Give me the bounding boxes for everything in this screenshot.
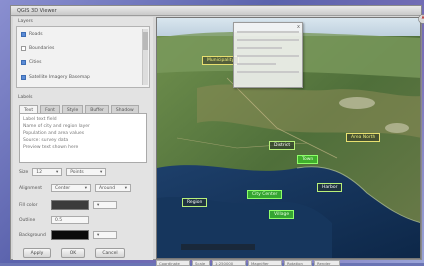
map-label[interactable]: Town — [297, 155, 318, 164]
chevron-down-icon: ▾ — [97, 233, 99, 238]
outline-width-input[interactable]: 0.5 — [51, 216, 89, 224]
scale-bar — [181, 244, 255, 250]
cancel-button[interactable]: Cancel — [95, 248, 125, 258]
popup-line — [237, 63, 276, 65]
background-options[interactable]: ▾ — [93, 231, 117, 239]
layer-label: Roads — [29, 32, 43, 37]
window-title: QGIS 3D Viewer — [17, 8, 57, 14]
fill-options[interactable]: ▾ — [93, 201, 117, 209]
placement-select[interactable]: Around ▾ — [95, 184, 131, 192]
text-line: Source: survey data — [23, 137, 143, 144]
map-label[interactable]: Region — [182, 198, 207, 207]
unit-value: Points — [70, 170, 84, 175]
labels-section-label: Labels — [18, 95, 32, 100]
chevron-down-icon: ▾ — [100, 170, 102, 175]
info-popup[interactable]: x — [233, 22, 303, 88]
layer-label: Satellite Imagery Basemap — [29, 75, 90, 80]
size-input[interactable]: 12 ▾ — [32, 168, 62, 176]
layer-item[interactable]: Boundaries — [21, 44, 139, 53]
settings-panel: Layers Roads Boundaries Cities Satellite… — [13, 17, 153, 260]
popup-line — [237, 31, 299, 33]
apply-button[interactable]: Apply — [23, 248, 51, 258]
status-render[interactable]: Render — [314, 260, 340, 266]
layer-item[interactable]: Cities — [21, 58, 139, 67]
layer-item[interactable]: Satellite Imagery Basemap — [21, 73, 139, 82]
layer-checkbox[interactable] — [21, 46, 26, 51]
background-row: Background ▾ — [19, 230, 117, 240]
outline-width-value: 0.5 — [55, 218, 62, 223]
layers-section-label: Layers — [18, 19, 33, 24]
popup-line — [237, 55, 299, 57]
popup-line — [237, 71, 299, 73]
alignment-label: Alignment — [19, 186, 47, 191]
application-window: QGIS 3D Viewer Layers Roads Boundaries C… — [10, 5, 422, 260]
layers-list: Roads Boundaries Cities Satellite Imager… — [16, 26, 150, 88]
map-label[interactable]: City Center — [247, 190, 282, 199]
layer-item[interactable]: Roads — [21, 30, 139, 39]
map-label[interactable]: Village — [269, 210, 294, 219]
layer-checkbox[interactable] — [21, 75, 26, 80]
close-icon[interactable]: x — [297, 24, 300, 30]
alignment-value: Center — [55, 186, 70, 191]
status-coordinate: Coordinate — [156, 260, 190, 266]
title-bar[interactable]: QGIS 3D Viewer — [11, 6, 421, 16]
placement-value: Around — [99, 186, 115, 191]
chevron-down-icon: ▾ — [125, 186, 127, 191]
outline-row: Outline 0.5 — [19, 216, 89, 224]
text-line: Preview text shown here — [23, 144, 143, 151]
size-value: 12 — [36, 170, 42, 175]
status-magnifier[interactable]: Magnifier — [248, 260, 282, 266]
label-text-area[interactable]: Label text field Name of city and region… — [19, 113, 147, 163]
text-line: Population and area values — [23, 130, 143, 137]
status-bar: Coordinate Scale 1:250000 Magnifier Rota… — [156, 260, 421, 266]
chevron-down-icon: ▾ — [97, 203, 99, 208]
unit-select[interactable]: Points ▾ — [66, 168, 106, 176]
fill-color-swatch[interactable] — [51, 200, 89, 210]
background-label: Background — [19, 233, 47, 238]
background-color-swatch[interactable] — [51, 230, 89, 240]
fill-color-row: Fill color ▾ — [19, 200, 117, 210]
map-label[interactable]: Harbor — [317, 183, 342, 192]
compass-icon[interactable] — [418, 14, 424, 24]
fill-color-label: Fill color — [19, 203, 47, 208]
chevron-down-icon: ▾ — [85, 186, 87, 191]
layers-scrollbar[interactable] — [142, 29, 148, 85]
outline-label: Outline — [19, 218, 47, 223]
layer-label: Boundaries — [29, 46, 54, 51]
map-label[interactable]: District — [269, 141, 295, 150]
text-line: Name of city and region layer — [23, 123, 143, 130]
status-scale-label: Scale — [192, 260, 210, 266]
status-scale-value[interactable]: 1:250000 — [212, 260, 246, 266]
layer-label: Cities — [29, 60, 42, 65]
layer-checkbox[interactable] — [21, 60, 26, 65]
size-label: Size — [19, 170, 28, 175]
size-row: Size 12 ▾ Points ▾ — [19, 168, 106, 176]
alignment-row: Alignment Center ▾ Around ▾ — [19, 184, 131, 192]
map-label[interactable]: Area North — [346, 133, 380, 142]
popup-line — [237, 39, 299, 41]
ok-button[interactable]: OK — [61, 248, 85, 258]
status-rotation[interactable]: Rotation — [284, 260, 312, 266]
chevron-down-icon: ▾ — [56, 170, 58, 175]
alignment-select[interactable]: Center ▾ — [51, 184, 91, 192]
popup-line — [237, 47, 282, 49]
text-line: Label text field — [23, 116, 143, 123]
scrollbar-thumb[interactable] — [143, 32, 148, 50]
layer-checkbox[interactable] — [21, 32, 26, 37]
